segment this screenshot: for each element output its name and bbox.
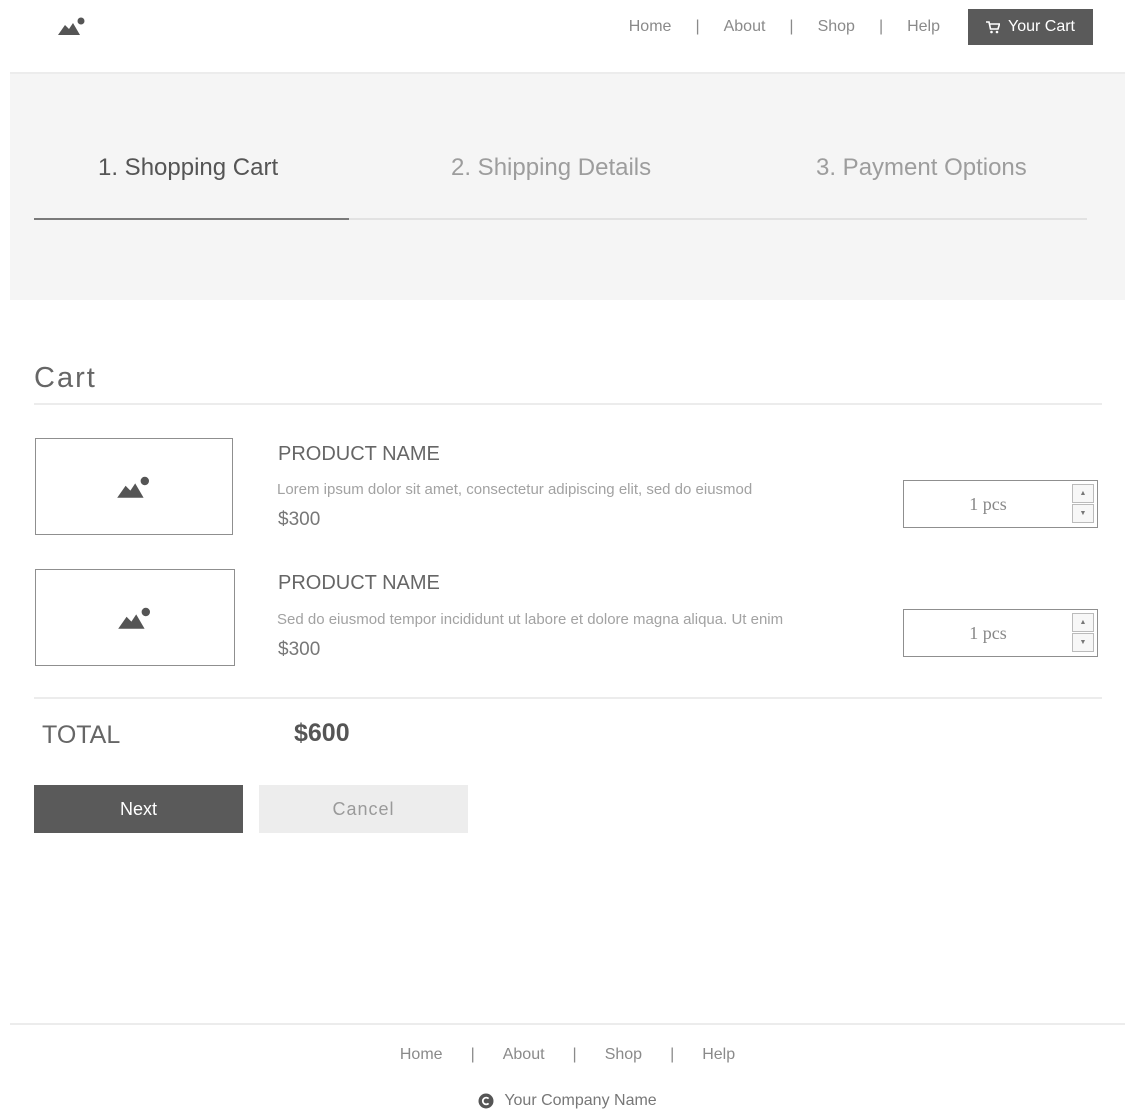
footer-nav-home[interactable]: Home — [400, 1046, 443, 1064]
cancel-button[interactable]: Cancel — [259, 785, 468, 833]
nav-separator: | — [789, 18, 794, 35]
nav-shop[interactable]: Shop — [814, 18, 859, 36]
checkout-steps: 1. Shopping Cart 2. Shipping Details 3. … — [34, 74, 1087, 220]
next-button[interactable]: Next — [34, 785, 243, 833]
your-cart-button[interactable]: Your Cart — [968, 9, 1093, 45]
company-name: Your Company Name — [504, 1092, 657, 1109]
increment-button[interactable]: ▲ — [1072, 613, 1094, 632]
footer-nav-help[interactable]: Help — [702, 1046, 735, 1064]
nav-separator: | — [695, 18, 700, 35]
footer-nav-about[interactable]: About — [503, 1046, 545, 1064]
decrement-button[interactable]: ▼ — [1072, 504, 1094, 523]
total-value: $600 — [294, 719, 350, 747]
copyright-icon — [478, 1093, 494, 1109]
product-name-2[interactable]: PRODUCT NAME — [278, 572, 440, 595]
product-name-1[interactable]: PRODUCT NAME — [278, 443, 440, 466]
step-shopping-cart[interactable]: 1. Shopping Cart — [98, 154, 278, 182]
your-cart-label: Your Cart — [1008, 18, 1075, 35]
product-price-2: $300 — [278, 639, 321, 660]
copyright: Your Company Name — [0, 1092, 1125, 1110]
caret-up-icon: ▲ — [1079, 490, 1087, 497]
nav-separator: | — [670, 1046, 675, 1063]
footer-divider — [10, 1023, 1125, 1025]
quantity-value-2[interactable]: 1 pcs — [904, 610, 1072, 656]
product-price-1: $300 — [278, 509, 321, 530]
nav-home[interactable]: Home — [625, 18, 676, 36]
checkout-steps-banner: 1. Shopping Cart 2. Shipping Details 3. … — [10, 74, 1125, 300]
quantity-stepper-2[interactable]: 1 pcs ▲ ▼ — [903, 609, 1098, 657]
increment-button[interactable]: ▲ — [1072, 484, 1094, 503]
active-step-indicator — [34, 218, 349, 220]
cart-heading: Cart — [34, 362, 97, 394]
product-image-1[interactable] — [35, 438, 233, 535]
divider — [34, 403, 1102, 405]
image-placeholder-icon — [118, 607, 150, 629]
divider — [34, 697, 1102, 699]
product-description-1: Lorem ipsum dolor sit amet, consectetur … — [277, 481, 753, 498]
quantity-value-1[interactable]: 1 pcs — [904, 481, 1072, 527]
cart-icon — [986, 20, 1000, 33]
image-placeholder-icon[interactable] — [58, 16, 86, 36]
product-image-2[interactable] — [35, 569, 235, 666]
caret-up-icon: ▲ — [1079, 619, 1087, 626]
decrement-button[interactable]: ▼ — [1072, 633, 1094, 652]
step-payment-options[interactable]: 3. Payment Options — [816, 154, 1027, 182]
step-shipping-details[interactable]: 2. Shipping Details — [451, 154, 651, 182]
nav-separator: | — [572, 1046, 577, 1063]
site-header: Home | About | Shop | Help Your Cart — [10, 0, 1125, 74]
caret-down-icon: ▼ — [1079, 510, 1087, 517]
footer-nav-shop[interactable]: Shop — [605, 1046, 642, 1064]
nav-help[interactable]: Help — [903, 18, 944, 36]
top-nav: Home | About | Shop | Help Your Cart — [625, 9, 1093, 45]
caret-down-icon: ▼ — [1079, 639, 1087, 646]
quantity-stepper-1[interactable]: 1 pcs ▲ ▼ — [903, 480, 1098, 528]
product-description-2: Sed do eiusmod tempor incididunt ut labo… — [277, 611, 784, 628]
nav-separator: | — [470, 1046, 475, 1063]
nav-about[interactable]: About — [720, 18, 770, 36]
total-label: TOTAL — [42, 721, 121, 749]
footer-nav: Home | About | Shop | Help — [0, 1046, 1125, 1064]
nav-separator: | — [878, 18, 884, 35]
image-placeholder-icon — [117, 476, 149, 498]
